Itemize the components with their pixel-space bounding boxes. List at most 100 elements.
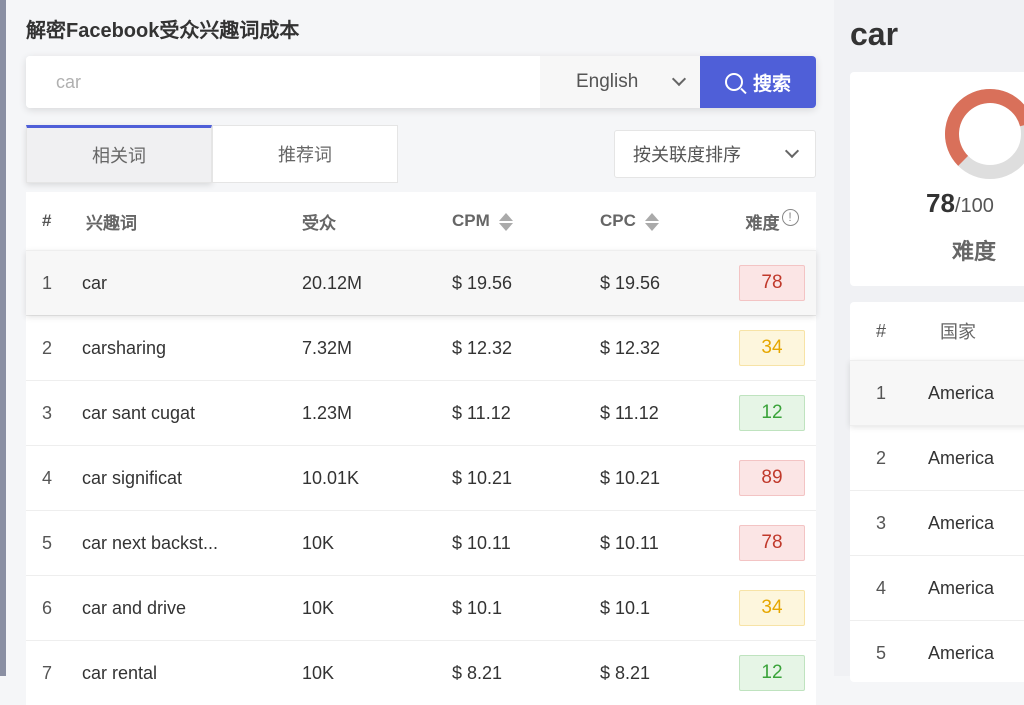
row-audience: 10.01K (302, 467, 360, 488)
sort-select[interactable]: 按关联度排序 (614, 130, 816, 178)
row-cpm: $ 12.32 (452, 337, 513, 358)
search-button-label: 搜索 (752, 73, 791, 95)
country-row[interactable]: 4 America (850, 555, 1024, 620)
language-select[interactable]: English (540, 56, 700, 108)
search-input[interactable] (26, 56, 540, 108)
header-cpm[interactable]: CPM (452, 211, 600, 231)
table-row[interactable]: 4 car significat 10.01K $ 10.21 $ 10.21 89 (26, 445, 816, 510)
row-audience: 10K (302, 532, 335, 553)
country-row[interactable]: 1 America (850, 360, 1024, 425)
left-panel: 解密Facebook受众兴趣词成本 English 搜索 相关词 推荐词 按关联… (6, 0, 834, 705)
country-name: America (928, 512, 995, 533)
row-num: 2 (42, 337, 53, 358)
header-audience: 受众 (302, 213, 336, 233)
difficulty-badge: 34 (739, 330, 805, 366)
row-keyword: carsharing (82, 337, 167, 358)
table-row[interactable]: 6 car and drive 10K $ 10.1 $ 10.1 34 (26, 575, 816, 640)
country-header: # 国家 (876, 320, 976, 343)
difficulty-badge: 34 (739, 590, 805, 626)
header-keyword: 兴趣词 (86, 213, 137, 233)
row-num: 3 (42, 402, 53, 423)
language-value: English (576, 71, 639, 92)
country-name: America (928, 382, 995, 403)
row-num: 4 (42, 467, 53, 488)
tab-bar: 相关词 推荐词 (26, 125, 398, 183)
header-num: # (42, 211, 52, 230)
search-bar: English 搜索 (26, 56, 816, 108)
sort-icon[interactable] (644, 212, 659, 231)
table-row[interactable]: 5 car next backst... 10K $ 10.11 $ 10.11 78 (26, 510, 816, 575)
country-name: America (928, 447, 995, 468)
difficulty-badge: 12 (739, 395, 805, 431)
row-cpm: $ 10.1 (452, 597, 503, 618)
search-button[interactable]: 搜索 (700, 56, 816, 108)
tab-related[interactable]: 相关词 (26, 125, 212, 183)
row-audience: 20.12M (302, 272, 363, 293)
search-icon (724, 73, 743, 91)
row-keyword: car (82, 272, 108, 293)
difficulty-badge: 78 (739, 265, 805, 301)
row-cpc: $ 10.21 (600, 467, 661, 488)
country-num: 2 (876, 447, 887, 468)
row-keyword: car next backst... (82, 532, 219, 553)
detail-panel: car 78/100 难度 # 国家 1 America 2 America 3 Amer… (834, 0, 1024, 682)
sort-icon[interactable] (498, 212, 513, 231)
table-row[interactable]: 3 car sant cugat 1.23M $ 11.12 $ 11.12 12 (26, 380, 816, 445)
row-num: 5 (42, 532, 53, 553)
country-name: America (928, 642, 995, 663)
difficulty-badge: 78 (739, 525, 805, 561)
row-cpm: $ 10.11 (452, 532, 511, 553)
row-keyword: car sant cugat (82, 402, 196, 423)
table-header: # 兴趣词 受众 CPM CPC 难度 ! (26, 192, 816, 250)
table-row[interactable]: 1 car 20.12M $ 19.56 $ 19.56 78 (26, 250, 816, 315)
country-row[interactable]: 5 America (850, 620, 1024, 685)
row-audience: 7.32M (302, 337, 353, 358)
row-num: 6 (42, 597, 53, 618)
country-num: 3 (876, 512, 887, 533)
row-keyword: car rental (82, 662, 158, 683)
difficulty-badge: 12 (739, 655, 805, 691)
country-num: 1 (876, 382, 887, 403)
row-keyword: car and drive (82, 597, 187, 618)
keyword-table: # 兴趣词 受众 CPM CPC 难度 ! 1 car 20.12M $ 19.56 $… (26, 192, 816, 705)
row-keyword: car significat (82, 467, 183, 488)
sort-label: 按关联度排序 (633, 145, 741, 165)
detail-keyword: car (850, 16, 899, 52)
table-row[interactable]: 7 car rental 10K $ 8.21 $ 8.21 12 (26, 640, 816, 705)
row-num: 7 (42, 662, 53, 683)
row-cpm: $ 10.21 (452, 467, 513, 488)
difficulty-badge: 89 (739, 460, 805, 496)
row-audience: 10K (302, 662, 335, 683)
country-row[interactable]: 3 America (850, 490, 1024, 555)
row-num: 1 (42, 272, 53, 293)
country-num: 4 (876, 577, 887, 598)
row-cpc: $ 10.1 (600, 597, 651, 618)
row-cpm: $ 11.12 (452, 402, 511, 423)
country-table: # 国家 1 America 2 America 3 America 4 America 5 Am… (850, 302, 1024, 682)
row-audience: 1.23M (302, 402, 353, 423)
row-cpm: $ 19.56 (452, 272, 513, 293)
table-row[interactable]: 2 carsharing 7.32M $ 12.32 $ 12.32 34 (26, 315, 816, 380)
page-title: 解密Facebook受众兴趣词成本 (26, 20, 300, 42)
difficulty-label: 难度 (952, 239, 997, 264)
difficulty-gauge (945, 89, 1024, 179)
country-name: America (928, 577, 995, 598)
row-audience: 10K (302, 597, 335, 618)
difficulty-card (850, 72, 1024, 286)
info-icon[interactable]: ! (781, 208, 799, 226)
row-cpc: $ 19.56 (600, 272, 661, 293)
row-cpc: $ 11.12 (600, 402, 659, 423)
row-cpc: $ 12.32 (600, 337, 661, 358)
row-cpc: $ 10.11 (600, 532, 659, 553)
header-cpc[interactable]: CPC (600, 211, 728, 231)
row-cpc: $ 8.21 (600, 662, 651, 683)
chevron-down-icon (784, 143, 800, 159)
header-difficulty: 难度 ! (728, 208, 816, 234)
gauge-fill (945, 89, 1024, 166)
country-row[interactable]: 2 America (850, 425, 1024, 490)
country-num: 5 (876, 642, 887, 663)
chevron-down-icon (671, 71, 687, 87)
tab-recommended[interactable]: 推荐词 (212, 125, 398, 183)
row-cpm: $ 8.21 (452, 662, 503, 683)
difficulty-score: 78/100 (926, 188, 994, 218)
